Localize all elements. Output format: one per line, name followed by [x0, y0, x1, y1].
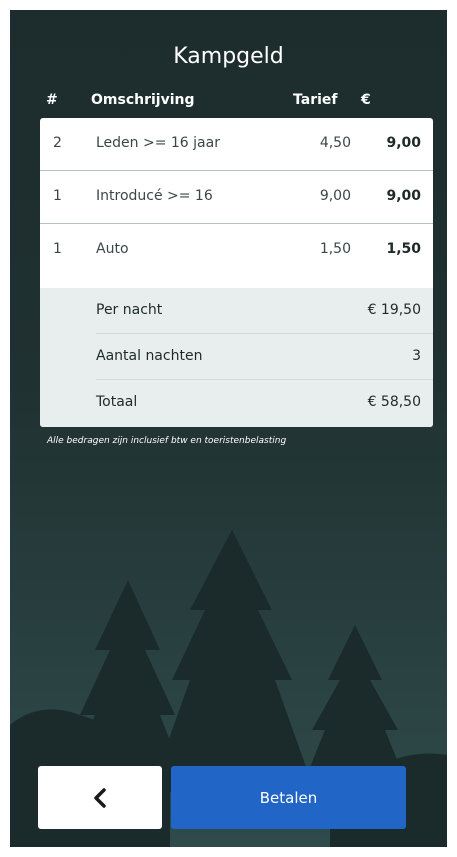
pay-button-label: Betalen — [259, 788, 318, 807]
total-label: Totaal — [96, 394, 138, 410]
nights-value: 3 — [412, 348, 421, 364]
page-title: Kampgeld — [173, 44, 284, 69]
row-quantity: 1 — [53, 188, 62, 204]
app-screen: Kampgeld # Omschrijving Tarief € 2 Leden… — [10, 10, 447, 847]
row-description: Leden >= 16 jaar — [96, 135, 220, 151]
table-row: 1 Introducé >= 16 9,00 9,00 — [40, 171, 433, 224]
chevron-left-icon — [94, 787, 106, 808]
row-description: Introducé >= 16 — [96, 188, 213, 204]
table-row: 2 Leden >= 16 jaar 4,50 9,00 — [40, 118, 433, 171]
summary-section: Per nacht € 19,50 Aantal nachten 3 Totaa… — [40, 288, 433, 427]
fee-table: 2 Leden >= 16 jaar 4,50 9,00 1 Introducé… — [40, 118, 433, 427]
row-amount: 1,50 — [386, 241, 421, 257]
row-quantity: 1 — [53, 241, 62, 257]
total-value: € 58,50 — [367, 394, 421, 410]
summary-row-per-night: Per nacht € 19,50 — [40, 288, 433, 334]
nights-label: Aantal nachten — [96, 348, 203, 364]
table-row: 1 Auto 1,50 1,50 — [40, 224, 433, 277]
row-rate: 1,50 — [319, 241, 351, 257]
pay-button[interactable]: Betalen — [171, 766, 406, 829]
back-button[interactable] — [38, 766, 162, 829]
summary-row-nights: Aantal nachten 3 — [40, 334, 433, 380]
column-header-amount: € — [361, 92, 371, 108]
row-rate: 4,50 — [319, 135, 351, 151]
tax-note: Alle bedragen zijn inclusief btw en toer… — [47, 436, 287, 446]
column-header-qty: # — [46, 92, 58, 108]
per-night-label: Per nacht — [96, 302, 163, 318]
per-night-value: € 19,50 — [367, 302, 421, 318]
row-amount: 9,00 — [386, 188, 421, 204]
tree-center — [150, 530, 315, 792]
column-header-rate: Tarief — [293, 92, 338, 108]
row-description: Auto — [96, 241, 129, 257]
summary-row-total: Totaal € 58,50 — [40, 380, 433, 426]
row-quantity: 2 — [53, 135, 62, 151]
column-header-description: Omschrijving — [91, 92, 195, 108]
row-amount: 9,00 — [386, 135, 421, 151]
row-rate: 9,00 — [319, 188, 351, 204]
